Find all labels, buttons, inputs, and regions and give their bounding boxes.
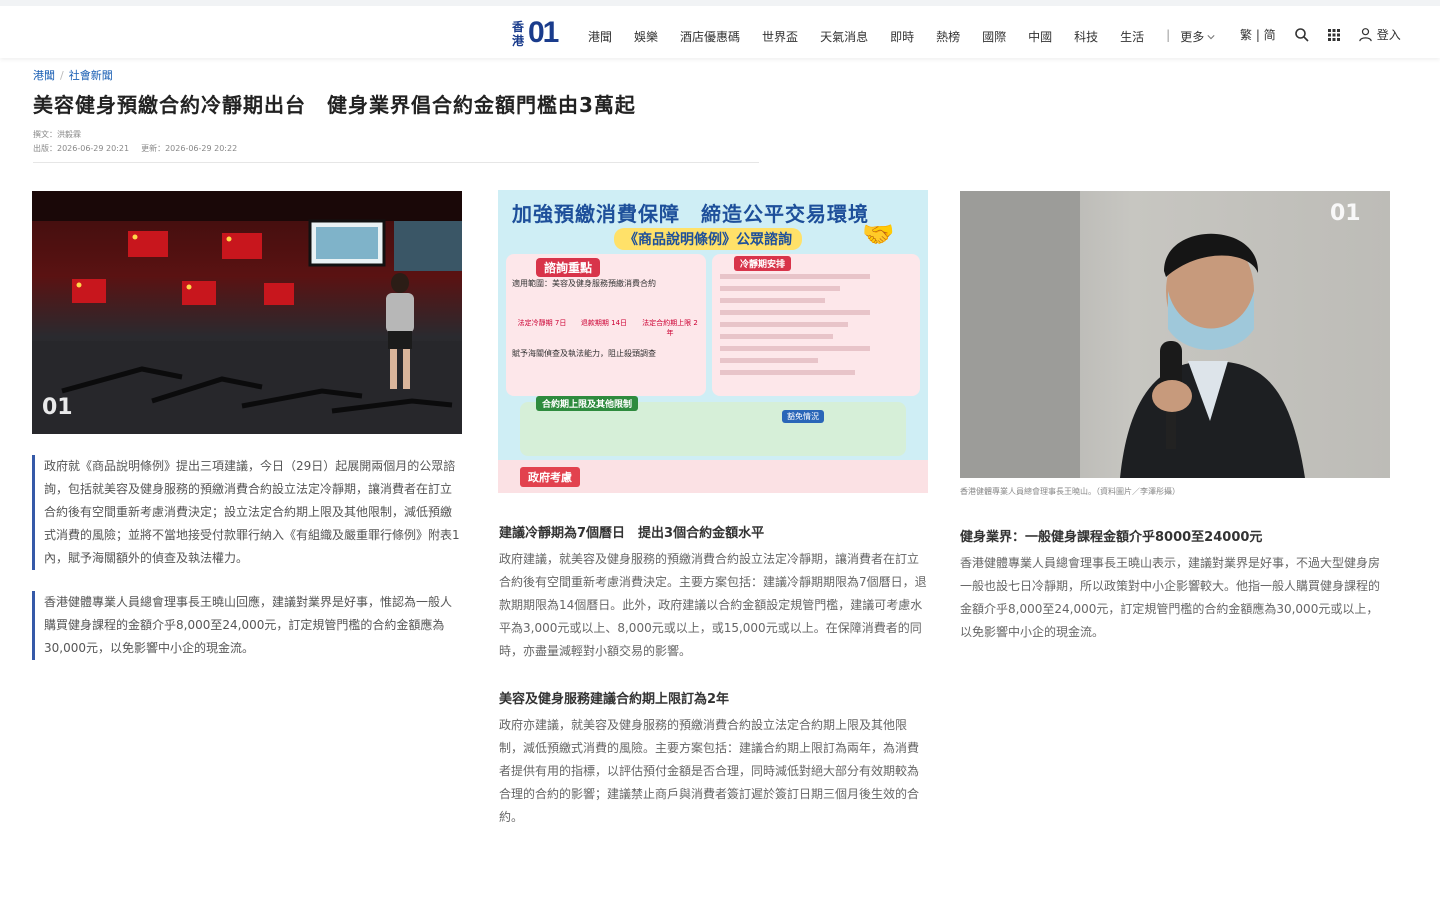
nav-divider: | [1166, 28, 1171, 42]
logo-hk-text: 香港 [512, 20, 525, 48]
user-icon [1358, 28, 1372, 42]
breadcrumb-social-news[interactable]: 社會新聞 [69, 69, 113, 82]
contract-limit-box: 法定合約期上限 2年 [642, 319, 698, 337]
breadcrumb-hk-news[interactable]: 港聞 [33, 69, 55, 82]
article-meta: 撰文：洪毅霖 出版：2026-06-29 20:21 更新：2026-06-29 … [33, 128, 237, 156]
login-button[interactable]: 登入 [1358, 26, 1401, 43]
spokesperson-photo[interactable]: 01 [960, 191, 1390, 478]
nav-more-label: 更多 [1180, 30, 1205, 44]
response-quote: 香港健體專業人員總會理事長王曉山回應，建議對業界是好事，惟認為一般人購買健身課程… [32, 591, 462, 660]
nav-item-weather[interactable]: 天氣消息 [820, 28, 868, 45]
article-published: 出版：2026-06-29 20:21 [33, 144, 130, 153]
gov-consider-panel: 政府考慮 [498, 460, 928, 493]
language-switch[interactable]: 繁 | 简 [1240, 26, 1276, 43]
gov-consider-label: 政府考慮 [520, 467, 580, 487]
spokesperson-illustration [960, 191, 1305, 478]
consultation-infographic[interactable]: 加強預繳消費保障 締造公平交易環境 《商品說明條例》公眾諮詢 🤝 諮詢重點 適用… [498, 190, 928, 493]
nav-item-hotel-coupons[interactable]: 酒店優惠碼 [680, 28, 740, 45]
article-author: 撰文：洪毅霖 [33, 130, 81, 139]
title-divider [33, 162, 759, 163]
section-body-contract-limit: 政府亦建議，就美容及健身服務的預繳消費合約設立法定合約期上限及其他限制，減低預繳… [499, 718, 920, 824]
photo-caption: 香港健體專業人員總會理事長王曉山。（資料圖片／李澤彤攝） [960, 487, 1180, 496]
search-icon[interactable] [1294, 27, 1310, 43]
gym-photo[interactable]: 01 [32, 191, 462, 434]
article-title: 美容健身預繳合約冷靜期出台 健身業界倡合約金額門檻由3萬起 [33, 93, 636, 117]
contract-limit-heading: 合約期上限及其他限制 [536, 396, 639, 411]
contract-limit-panel: 合約期上限及其他限制 豁免情況 [520, 396, 906, 456]
nav-item-trending[interactable]: 熱榜 [936, 28, 960, 45]
summary-quote: 政府就《商品說明條例》提出三項建議，今日（29日）起展開兩個月的公眾諮詢，包括就… [32, 455, 462, 570]
section-body-cooling: 政府建議，就美容及健身服務的預繳消費合約設立法定冷靜期，讓消費者在訂立合約後有空… [499, 552, 927, 658]
hk01-watermark: 01 [42, 395, 73, 420]
scope-text: 適用範圍：美容及健身服務預繳消費合約 [512, 279, 656, 288]
section-body-industry: 香港健體專業人員總會理事長王曉山表示，建議對業界是好事，不過大型健身房一般也設七… [960, 556, 1381, 639]
section-heading-cooling: 建議冷靜期為7個曆日 提出3個合約金額水平 [499, 526, 765, 541]
exempt-heading: 豁免情況 [782, 410, 824, 423]
logo-mark: 01 [528, 16, 559, 49]
consult-points-heading: 諮詢重點 [536, 258, 601, 277]
hk01-watermark: 01 [1330, 201, 1361, 226]
nav-item-life[interactable]: 生活 [1120, 28, 1144, 45]
breadcrumb-separator: / [60, 69, 64, 82]
infographic-subtitle: 《商品說明條例》公眾諮詢 [614, 228, 802, 250]
chevron-down-icon [1207, 34, 1215, 39]
section-heading-industry: 健身業界：一般健身課程金額介乎8000至24000元 [960, 530, 1263, 545]
nav-item-international[interactable]: 國際 [982, 28, 1006, 45]
nav-more-button[interactable]: 更多 [1180, 28, 1215, 45]
site-header: 香港 01 港聞 娛樂 酒店優惠碼 世界盃 天氣消息 即時 熱榜 國際 中國 科… [0, 0, 1440, 58]
login-label: 登入 [1376, 28, 1401, 42]
nav-item-china[interactable]: 中國 [1028, 28, 1052, 45]
site-logo[interactable]: 香港 01 [512, 16, 570, 52]
section-heading-contract-limit: 美容及健身服務建議合約期上限訂為2年 [499, 692, 730, 707]
main-nav: 港聞 娛樂 酒店優惠碼 世界盃 天氣消息 即時 熱榜 國際 中國 科技 生活 |… [588, 28, 1237, 45]
cooling-lines [720, 274, 870, 375]
refund-period-box: 退款期期 14日 [580, 319, 628, 327]
infographic-title: 加強預繳消費保障 締造公平交易環境 [512, 202, 869, 226]
handshake-icon: 🤝 [862, 220, 895, 250]
nav-item-world-cup[interactable]: 世界盃 [762, 28, 798, 45]
cooling-period-box: 法定冷靜期 7日 [517, 319, 567, 327]
article-updated: 更新：2026-06-29 20:22 [141, 144, 238, 153]
consult-points-panel: 諮詢重點 適用範圍：美容及健身服務預繳消費合約 法定冷靜期 7日 退款期期 14… [506, 254, 706, 396]
nav-item-entertainment[interactable]: 娛樂 [634, 28, 658, 45]
grid-menu-icon[interactable] [1326, 27, 1342, 43]
breadcrumb: 港聞 / 社會新聞 [33, 67, 113, 83]
nav-item-hk-news[interactable]: 港聞 [588, 28, 612, 45]
cooling-arrangement-heading: 冷靜期安排 [734, 256, 792, 271]
cooling-arrangement-panel: 冷靜期安排 [712, 254, 920, 396]
nav-item-instant[interactable]: 即時 [890, 28, 914, 45]
customs-power-text: 賦予海關偵查及執法能力，阻止殺頭調查 [512, 349, 656, 358]
gym-scene-illustration [32, 191, 462, 434]
header-tools: 繁 | 简 登入 [1240, 26, 1401, 43]
nav-item-tech[interactable]: 科技 [1074, 28, 1098, 45]
